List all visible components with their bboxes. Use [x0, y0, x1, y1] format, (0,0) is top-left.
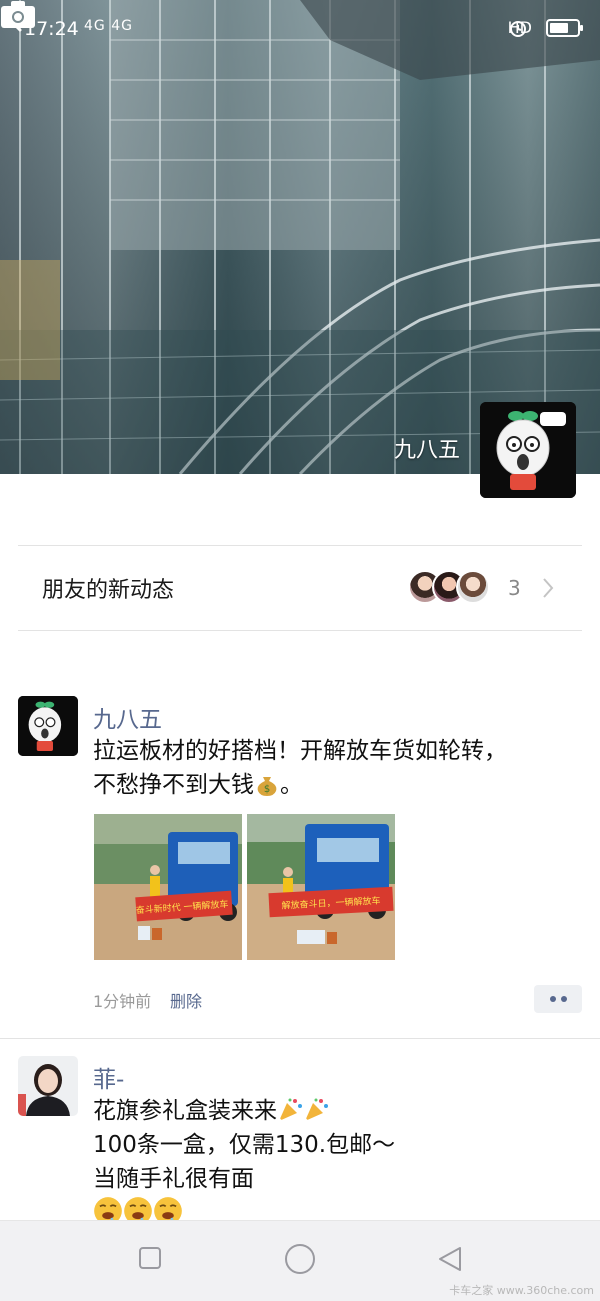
camera-icon[interactable] — [0, 0, 36, 30]
battery-icon — [546, 18, 583, 37]
post-author[interactable]: 菲- — [93, 1060, 124, 1094]
friend-avatar-stack — [408, 570, 490, 606]
status-right: HD — [508, 18, 583, 37]
triangle-back-nav-icon[interactable] — [436, 1245, 464, 1273]
post-avatar[interactable] — [18, 696, 78, 756]
post-photo[interactable]: 奋斗新时代 一辆解放车 — [94, 814, 242, 960]
signal-indicator: 4G 4G — [84, 18, 133, 34]
divider — [18, 630, 582, 631]
friend-updates-title: 朋友的新动态 — [42, 578, 175, 603]
post-text: 拉运板材的好搭档！开解放车货如轮转， 不愁挣不到大钱 $ 。 — [93, 734, 507, 802]
friend-updates-row[interactable]: 朋友的新动态 3 — [0, 546, 600, 630]
watermark: 卡车之家 www.360che.com — [449, 1284, 594, 1297]
circle-nav-icon[interactable] — [284, 1243, 316, 1275]
money-bag-emoji: $ — [257, 777, 277, 796]
cover-username[interactable]: 九八五 — [394, 432, 460, 464]
divider — [0, 1038, 600, 1039]
chevron-right-icon — [543, 578, 554, 598]
dot-icon — [560, 996, 567, 1002]
profile-avatar[interactable] — [480, 402, 576, 498]
post-text-line: 不愁挣不到大钱 — [93, 772, 254, 798]
post-author[interactable]: 九八五 — [93, 700, 162, 734]
party-popper-emoji — [279, 1098, 302, 1121]
post-text-line: 花旗参礼盒装来来 — [93, 1098, 277, 1124]
svg-text:$: $ — [264, 784, 270, 795]
post-text-line: 当随手礼很有面 — [93, 1166, 254, 1192]
alarm-icon — [509, 21, 526, 37]
post-text-line: 100条一盒，仅需130.包邮～ — [93, 1132, 396, 1158]
cartoon-avatar-illustration — [18, 696, 78, 756]
post-photo[interactable]: 解放奋斗日，一辆解放车 — [247, 814, 395, 960]
post-avatar[interactable] — [18, 1056, 78, 1116]
dot-icon — [549, 996, 556, 1002]
truck-photo: 解放奋斗日，一辆解放车 — [247, 814, 395, 960]
friend-updates-count: 3 — [508, 576, 521, 600]
truck-photo: 奋斗新时代 一辆解放车 — [94, 814, 242, 960]
post-text: 花旗参礼盒装来来 100条一盒，仅需130.包邮～ 当随手礼很有面 — [93, 1094, 395, 1231]
delete-post-link[interactable]: 删除 — [170, 988, 202, 1012]
post-timestamp: 1分钟前 — [93, 992, 152, 1011]
friend-avatar — [456, 570, 490, 604]
woman-portrait-avatar — [18, 1056, 78, 1116]
post-text-line: 拉运板材的好搭档！开解放车货如轮转， — [93, 738, 507, 764]
post-text-tail: 。 — [280, 772, 303, 798]
square-nav-icon[interactable] — [138, 1245, 162, 1271]
post-more-button[interactable] — [534, 985, 582, 1013]
party-popper-emoji — [305, 1098, 328, 1121]
cartoon-avatar-illustration — [480, 402, 576, 498]
status-bar: 17:24 4G 4G HD — [0, 0, 600, 60]
